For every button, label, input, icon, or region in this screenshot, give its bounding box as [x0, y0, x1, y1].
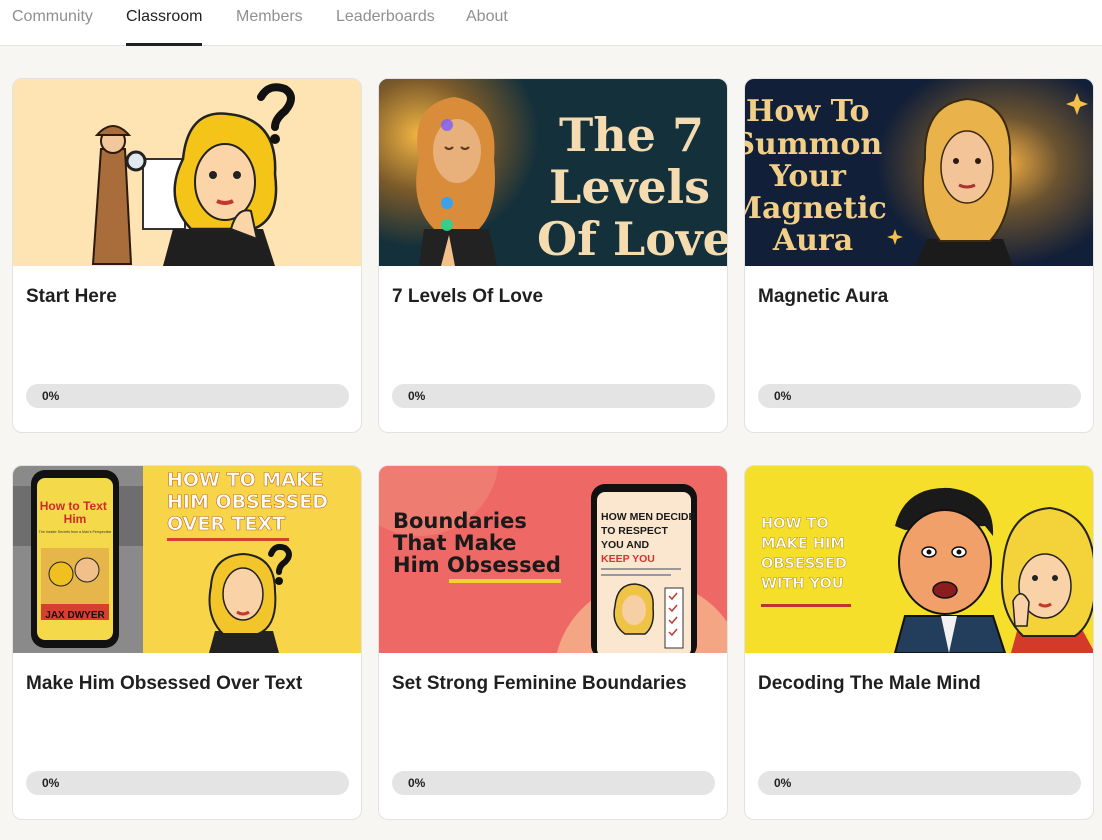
phone-text-line: HOW MEN DECIDE [601, 511, 696, 523]
tab-about[interactable]: About [466, 0, 508, 46]
thumb-heading-line: Your [769, 159, 848, 194]
thumb-heading-line: OVER TEXT [167, 513, 285, 535]
thumb-heading-line: Aura [772, 223, 853, 258]
course-title: Magnetic Aura [758, 286, 889, 307]
tab-members[interactable]: Members [236, 0, 303, 46]
progress-label: 0% [408, 389, 426, 403]
tab-classroom[interactable]: Classroom [126, 0, 203, 46]
tab-community[interactable]: Community [12, 0, 93, 46]
thumb-heading-line: HOW TO MAKE [167, 469, 324, 491]
course-thumbnail: Boundaries That Make Him Obsessed HOW ME… [379, 466, 727, 653]
progress-label: 0% [408, 776, 426, 790]
progress-label: 0% [774, 389, 792, 403]
course-thumbnail [13, 79, 361, 266]
thumb-heading-line: Summon [745, 127, 882, 162]
course-thumbnail: The 7 Levels Of Love [379, 79, 728, 266]
thumb-heading-line: The 7 [559, 108, 704, 162]
progress-bar: 0% [758, 384, 1081, 408]
progress-label: 0% [774, 776, 792, 790]
thumb-heading-line: Of Love [537, 212, 728, 266]
phone-book-title: How to Text [40, 499, 107, 513]
course-title: Start Here [26, 286, 117, 307]
phone-text-line: KEEP YOU [601, 553, 655, 565]
course-card-make-him-obsessed-over-text[interactable]: How to Text Him The Insider Secrets from… [12, 465, 362, 820]
progress-label: 0% [42, 389, 60, 403]
course-card-decoding-the-male-mind[interactable]: HOW TO MAKE HIM OBSESSED WITH YOU Decodi… [744, 465, 1094, 820]
phone-text-line: TO RESPECT [601, 525, 668, 537]
progress-bar: 0% [26, 384, 349, 408]
phone-book-subtitle: The Insider Secrets from a Man's Perspec… [39, 530, 112, 534]
course-card-7-levels-of-love[interactable]: The 7 Levels Of Love 7 Levels Of Love 0% [378, 78, 728, 433]
thumb-heading-line: HOW TO [761, 516, 829, 532]
thumb-heading-line: OBSESSED [761, 556, 847, 572]
progress-bar: 0% [26, 771, 349, 795]
course-title: 7 Levels Of Love [392, 286, 544, 307]
course-title: Make Him Obsessed Over Text [26, 673, 303, 694]
course-card-magnetic-aura[interactable]: How To Summon Your Magnetic Aura Magneti… [744, 78, 1094, 433]
thumb-heading-line: How To [746, 94, 870, 129]
tab-leaderboards[interactable]: Leaderboards [336, 0, 435, 46]
course-thumbnail: How To Summon Your Magnetic Aura [745, 79, 1093, 266]
top-nav: Community Classroom Members Leaderboards… [0, 0, 1102, 46]
thumb-heading-line: WITH YOU [761, 576, 844, 592]
thumb-heading-line: Magnetic [745, 191, 887, 226]
thumb-heading-line: Levels [549, 160, 710, 214]
thumb-heading-line: Boundaries [393, 509, 527, 533]
course-title: Set Strong Feminine Boundaries [392, 673, 687, 694]
progress-bar: 0% [392, 384, 715, 408]
thumb-heading-line: MAKE HIM [761, 536, 845, 552]
progress-bar: 0% [758, 771, 1081, 795]
phone-book-author: JAX DWYER [45, 610, 105, 621]
thumb-heading-line: That Make [393, 531, 517, 555]
course-card-set-strong-feminine-boundaries[interactable]: Boundaries That Make Him Obsessed HOW ME… [378, 465, 728, 820]
thumb-heading-line: HIM OBSESSED [167, 491, 328, 513]
phone-book-title: Him [64, 512, 87, 526]
thumb-heading-line: Him Obsessed [393, 553, 561, 577]
course-card-start-here[interactable]: Start Here 0% [12, 78, 362, 433]
course-thumbnail: How to Text Him The Insider Secrets from… [13, 466, 361, 653]
course-thumbnail: HOW TO MAKE HIM OBSESSED WITH YOU [745, 466, 1093, 653]
progress-label: 0% [42, 776, 60, 790]
phone-text-line: YOU AND [601, 539, 649, 551]
progress-bar: 0% [392, 771, 715, 795]
course-title: Decoding The Male Mind [758, 673, 981, 694]
svg-text:The 7 Levels O: The 7 Levels Of Love [537, 108, 728, 266]
